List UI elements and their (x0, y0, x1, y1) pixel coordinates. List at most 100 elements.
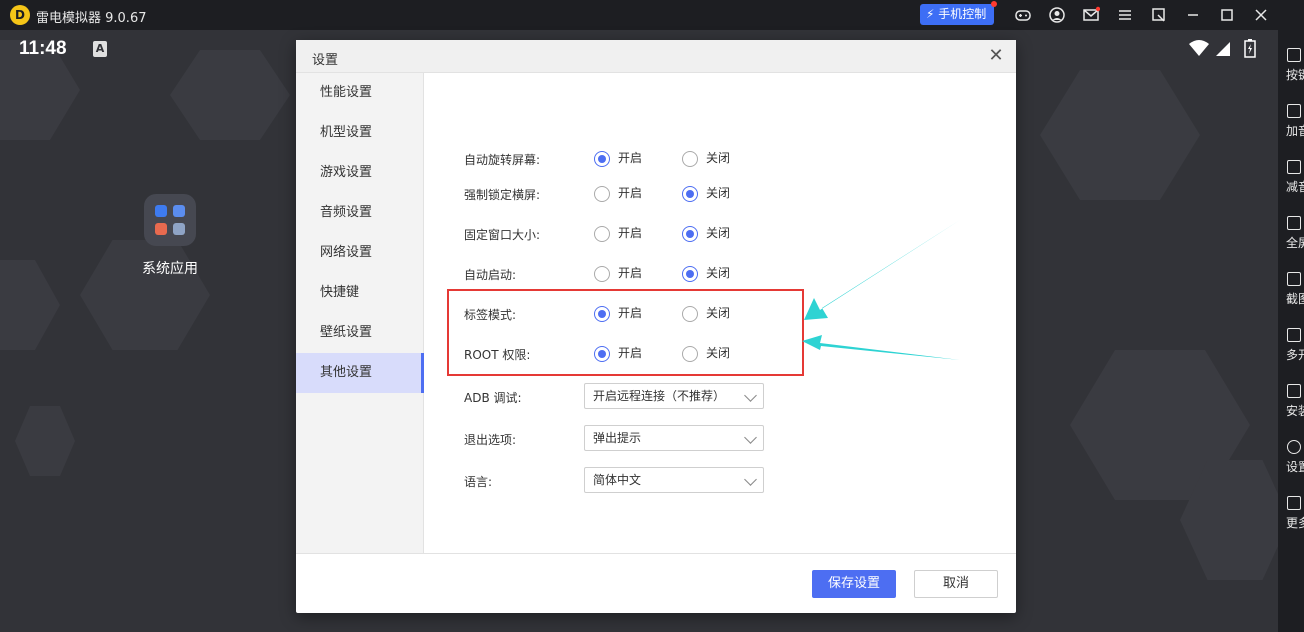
radio-button[interactable] (594, 225, 610, 242)
radio-label: 开启 (618, 266, 643, 280)
app-title: 雷电模拟器 9.0.67 (36, 11, 147, 26)
setting-label: 自动旋转屏幕: (464, 153, 541, 167)
radio-option-on[interactable]: 开启 (594, 344, 642, 362)
app-icon (155, 223, 167, 235)
radio-option-on[interactable]: 开启 (594, 304, 642, 322)
radio-option-off[interactable]: 关闭 (682, 264, 730, 282)
radio-option-off[interactable]: 关闭 (682, 149, 730, 167)
adb-select[interactable]: 开启远程连接（不推荐） (584, 383, 764, 409)
toolbar-item-more[interactable]: 更多 (1278, 492, 1304, 542)
exit-label: 退出选项: (464, 433, 517, 447)
dialog-footer: 保存设置 取消 (296, 553, 1016, 613)
radio-label: 关闭 (706, 346, 731, 360)
radio-option-on[interactable]: 开启 (594, 224, 642, 242)
app-icon (173, 223, 185, 235)
toolbar-item-settings[interactable]: 设置 (1278, 436, 1304, 486)
title-bar: D 雷电模拟器 9.0.67 ⚡ 手机控制 (0, 0, 1304, 30)
toolbar-item-volume-down[interactable]: 减音量 (1278, 156, 1304, 206)
nav-item-wallpaper[interactable]: 壁纸设置 (296, 313, 424, 353)
nav-item-audio[interactable]: 音频设置 (296, 193, 424, 233)
exit-select[interactable]: 弹出提示 (584, 425, 764, 451)
lightning-icon: ⚡ (926, 7, 935, 21)
radio-option-off[interactable]: 关闭 (682, 304, 730, 322)
phone-control-label: 手机控制 (938, 7, 987, 21)
chevron-down-icon (744, 389, 757, 402)
fullscreen-icon (1287, 216, 1301, 230)
app-logo-icon: D (10, 5, 30, 25)
language-select-value: 简体中文 (593, 473, 642, 487)
wallpaper-hex (170, 50, 290, 140)
gamepad-icon[interactable] (1014, 6, 1032, 24)
toolbar-item-keys[interactable]: 按键 (1278, 44, 1304, 94)
language-select[interactable]: 简体中文 (584, 467, 764, 493)
battery-icon (1244, 38, 1256, 58)
more-icon (1287, 496, 1301, 510)
radio-button[interactable] (594, 305, 610, 322)
wallpaper-hex (15, 406, 75, 476)
radio-button[interactable] (594, 345, 610, 362)
setting-label: 标签模式: (464, 308, 517, 322)
radio-button[interactable] (682, 225, 698, 242)
radio-button[interactable] (682, 345, 698, 362)
radio-button[interactable] (682, 150, 698, 167)
nav-item-other[interactable]: 其他设置 (296, 353, 424, 393)
phone-control-button[interactable]: ⚡ 手机控制 (920, 1, 998, 25)
radio-button[interactable] (682, 305, 698, 322)
system-apps-folder[interactable] (144, 194, 196, 246)
multi-open-icon (1287, 328, 1301, 342)
radio-option-off[interactable]: 关闭 (682, 344, 730, 362)
dialog-title: 设置 (312, 53, 339, 68)
app-icon (155, 205, 167, 217)
volume-up-icon (1287, 104, 1301, 118)
wallpaper-hex (80, 240, 210, 350)
radio-button[interactable] (594, 150, 610, 167)
toolbar-item-fullscreen[interactable]: 全屏 (1278, 212, 1304, 262)
signal-icon (1214, 38, 1232, 58)
radio-label: 关闭 (706, 306, 731, 320)
nav-item-game[interactable]: 游戏设置 (296, 153, 424, 193)
status-badge: A (93, 41, 107, 57)
save-button[interactable]: 保存设置 (812, 570, 896, 598)
radio-option-on[interactable]: 开启 (594, 149, 642, 167)
mail-icon[interactable] (1082, 6, 1101, 24)
language-label: 语言: (464, 475, 493, 489)
account-icon[interactable] (1048, 6, 1066, 24)
dialog-header: 设置 ✕ (296, 40, 1016, 73)
cancel-button[interactable]: 取消 (914, 570, 998, 598)
radio-button[interactable] (682, 185, 698, 202)
radio-option-on[interactable]: 开启 (594, 184, 642, 202)
popout-icon[interactable] (1150, 6, 1168, 24)
radio-option-on[interactable]: 开启 (594, 264, 642, 282)
chevron-down-icon (744, 431, 757, 444)
toolbar-item-install[interactable]: 安装 (1278, 380, 1304, 430)
nav-item-shortcuts[interactable]: 快捷键 (296, 273, 424, 313)
radio-button[interactable] (594, 265, 610, 282)
nav-item-performance[interactable]: 性能设置 (296, 73, 424, 113)
settings-dialog: 设置 ✕ 性能设置 机型设置 游戏设置 音频设置 网络设置 快捷键 壁纸设置 其… (296, 40, 1016, 613)
setting-label: ROOT 权限: (464, 348, 531, 362)
toolbar-item-volume-up[interactable]: 加音量 (1278, 100, 1304, 150)
nav-item-model[interactable]: 机型设置 (296, 113, 424, 153)
radio-button[interactable] (594, 185, 610, 202)
close-icon[interactable]: ✕ (986, 46, 1006, 66)
settings-content: 自动旋转屏幕: 开启 关闭 强制锁定横屏: 开启 关闭 固定窗口大小: 开启 关闭 自动启动: 开启… (424, 73, 1016, 553)
setting-label: 自动启动: (464, 268, 517, 282)
toolbar-item-multi[interactable]: 多开 (1278, 324, 1304, 374)
maximize-icon[interactable] (1218, 6, 1236, 24)
wallpaper-hex (0, 260, 60, 350)
menu-icon[interactable] (1116, 6, 1134, 24)
folder-label: 系统应用 (142, 261, 198, 277)
radio-option-off[interactable]: 关闭 (682, 184, 730, 202)
close-window-icon[interactable] (1252, 6, 1270, 24)
minimize-icon[interactable] (1184, 6, 1202, 24)
toolbar-item-screenshot[interactable]: 截图 (1278, 268, 1304, 318)
radio-label: 开启 (618, 306, 643, 320)
radio-option-off[interactable]: 关闭 (682, 224, 730, 242)
radio-label: 关闭 (706, 151, 731, 165)
keyboard-icon (1287, 48, 1301, 62)
nav-item-network[interactable]: 网络设置 (296, 233, 424, 273)
app-icon (173, 205, 185, 217)
volume-down-icon (1287, 160, 1301, 174)
radio-button[interactable] (682, 265, 698, 282)
exit-select-value: 弹出提示 (593, 431, 642, 445)
